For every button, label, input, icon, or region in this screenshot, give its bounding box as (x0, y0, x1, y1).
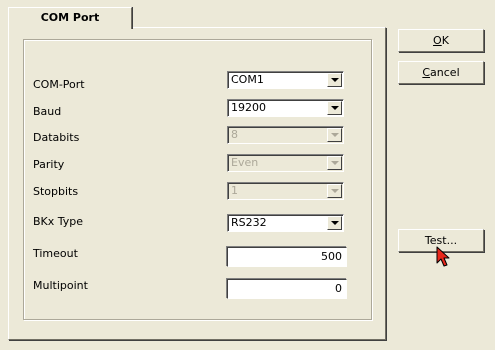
mouse-pointer-icon (436, 246, 450, 267)
stopbits-value: 1 (231, 184, 238, 197)
stopbits-label: Stopbits (33, 185, 79, 198)
timeout-field[interactable]: 500 (227, 247, 347, 267)
ok-mnemonic: O (433, 34, 442, 47)
tab-panel: COM-Port COM1 Baud 19200 Databits 8 Pari… (8, 27, 386, 340)
chevron-down-icon (327, 156, 342, 170)
ok-label-rest: K (441, 34, 449, 47)
timeout-label: Timeout (33, 247, 78, 260)
tab-com-port[interactable]: COM Port (8, 7, 132, 29)
cancel-button[interactable]: Cancel (398, 61, 484, 84)
baud-label: Baud (33, 105, 62, 118)
chevron-down-icon[interactable] (327, 101, 342, 115)
bkx-type-select[interactable]: RS232 (227, 214, 344, 232)
baud-select[interactable]: 19200 (227, 99, 344, 117)
parity-label: Parity (33, 158, 65, 171)
tab-com-port-label: COM Port (40, 11, 100, 24)
tab-joint (9, 27, 130, 30)
chevron-down-icon (327, 184, 342, 198)
com-port-dialog: COM Port COM-Port COM1 Baud 19200 Databi… (0, 0, 495, 350)
databits-label: Databits (33, 131, 80, 144)
databits-value: 8 (231, 128, 238, 141)
com-port-select[interactable]: COM1 (227, 71, 344, 89)
parity-value: Even (231, 156, 259, 169)
ok-button[interactable]: OK (398, 29, 484, 52)
chevron-down-icon[interactable] (327, 216, 342, 230)
chevron-down-icon[interactable] (327, 73, 342, 87)
bkx-type-value: RS232 (231, 216, 267, 229)
cancel-mnemonic: C (422, 66, 431, 79)
cancel-label-rest: ancel (430, 66, 460, 79)
com-port-value: COM1 (231, 73, 264, 86)
databits-select: 8 (227, 126, 344, 144)
com-port-label: COM-Port (33, 78, 85, 91)
chevron-down-icon (327, 128, 342, 142)
baud-value: 19200 (231, 101, 266, 114)
multipoint-field[interactable]: 0 (227, 279, 347, 299)
multipoint-label: Multipoint (33, 279, 88, 292)
parity-select: Even (227, 154, 344, 172)
stopbits-select: 1 (227, 182, 344, 200)
bkx-type-label: BKx Type (33, 215, 84, 228)
